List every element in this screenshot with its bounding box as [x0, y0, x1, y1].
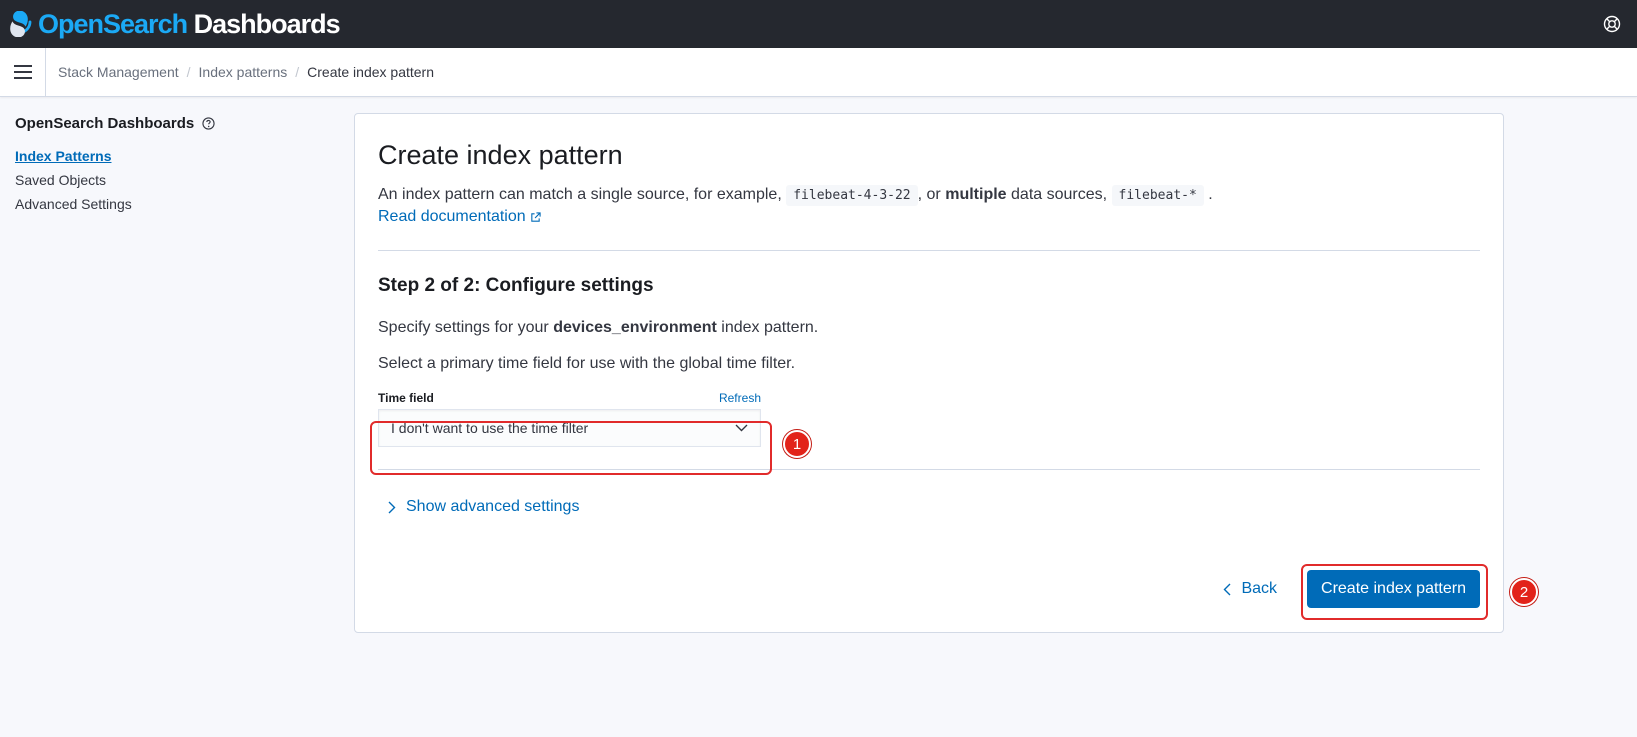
refresh-link[interactable]: Refresh: [719, 391, 761, 405]
desc-text-1: An index pattern can match a single sour…: [378, 186, 782, 203]
breadcrumb-index-patterns[interactable]: Index patterns: [199, 64, 288, 80]
external-link-icon: [530, 211, 541, 222]
brand-name-dashboards: Dashboards: [187, 8, 341, 39]
brand-name: OpenSearch Dashboards: [38, 8, 341, 39]
help-menu-button[interactable]: [1601, 13, 1623, 35]
show-advanced-settings-toggle[interactable]: Show advanced settings: [388, 498, 579, 516]
sidebar-item-saved-objects[interactable]: Saved Objects: [15, 172, 339, 188]
form-actions: Back Create index pattern: [1223, 570, 1480, 608]
brand-logo-link[interactable]: OpenSearch Dashboards: [8, 8, 341, 39]
specify-pre-text: Specify settings for your: [378, 319, 549, 336]
time-field-row: Time field Refresh I don't want to use t…: [378, 391, 1480, 447]
help-lifebuoy-icon: [1603, 15, 1621, 33]
side-nav-title: OpenSearch Dashboards: [15, 115, 339, 132]
desc-text-4: .: [1208, 186, 1213, 203]
create-index-pattern-button[interactable]: Create index pattern: [1307, 570, 1480, 608]
sidebar-item-advanced-settings[interactable]: Advanced Settings: [15, 196, 339, 212]
question-circle-icon[interactable]: [202, 117, 215, 130]
time-field-selected-value: I don't want to use the time filter: [391, 420, 589, 436]
breadcrumb-create-index-pattern: Create index pattern: [307, 64, 434, 80]
index-pattern-name: devices_environment: [553, 319, 717, 336]
side-nav: OpenSearch Dashboards Index Patterns Sav…: [0, 97, 354, 633]
time-field-header: Time field Refresh: [378, 391, 761, 405]
specify-settings-text: Specify settings for your devices_enviro…: [378, 319, 1480, 337]
menu-toggle-button[interactable]: [0, 48, 46, 96]
breadcrumb-separator: /: [295, 64, 300, 80]
divider: [378, 250, 1480, 251]
annotation-badge-1: 1: [783, 430, 811, 458]
create-index-pattern-panel: Create index pattern An index pattern ca…: [354, 113, 1538, 633]
side-nav-title-text: OpenSearch Dashboards: [15, 115, 195, 132]
brand-name-search: Search: [103, 8, 188, 39]
breadcrumb: Stack Management / Index patterns / Crea…: [46, 64, 434, 80]
sidebar-item-index-patterns[interactable]: Index Patterns: [15, 148, 339, 164]
page-title: Create index pattern: [378, 140, 623, 170]
hamburger-menu-icon: [13, 65, 32, 79]
breadcrumb-stack-management[interactable]: Stack Management: [58, 64, 179, 80]
annotation-badge-2: 2: [1510, 578, 1538, 606]
chevron-right-icon: [388, 501, 396, 513]
select-time-field-text: Select a primary time field for use with…: [378, 355, 796, 372]
show-advanced-settings-label: Show advanced settings: [406, 498, 580, 515]
breadcrumb-bar: Stack Management / Index patterns / Crea…: [0, 48, 1637, 97]
code-example-single: filebeat-4-3-22: [786, 185, 918, 206]
specify-post-text: index pattern.: [721, 319, 819, 336]
step-title: Step 2 of 2: Configure settings: [378, 275, 654, 296]
desc-text-3: data sources,: [1011, 186, 1108, 203]
read-documentation-label: Read documentation: [378, 208, 526, 225]
read-documentation-link[interactable]: Read documentation: [378, 208, 541, 226]
desc-text-2: , or: [917, 186, 941, 203]
desc-bold-multiple: multiple: [945, 186, 1007, 203]
back-button-label: Back: [1241, 580, 1278, 597]
top-header: OpenSearch Dashboards: [0, 0, 1637, 48]
time-field-label: Time field: [378, 391, 434, 405]
breadcrumb-separator: /: [186, 64, 191, 80]
divider: [378, 469, 1480, 470]
code-example-wildcard: filebeat-*: [1111, 185, 1204, 206]
time-field-form-row: Time field Refresh I don't want to use t…: [378, 391, 761, 447]
chevron-down-icon: [735, 424, 748, 432]
chevron-left-icon: [1223, 583, 1231, 595]
time-field-select[interactable]: I don't want to use the time filter: [378, 409, 761, 447]
back-button[interactable]: Back: [1223, 580, 1277, 598]
page-description: An index pattern can match a single sour…: [378, 183, 1480, 208]
brand-name-open: Open: [38, 8, 104, 39]
opensearch-logo-icon: [10, 11, 32, 37]
